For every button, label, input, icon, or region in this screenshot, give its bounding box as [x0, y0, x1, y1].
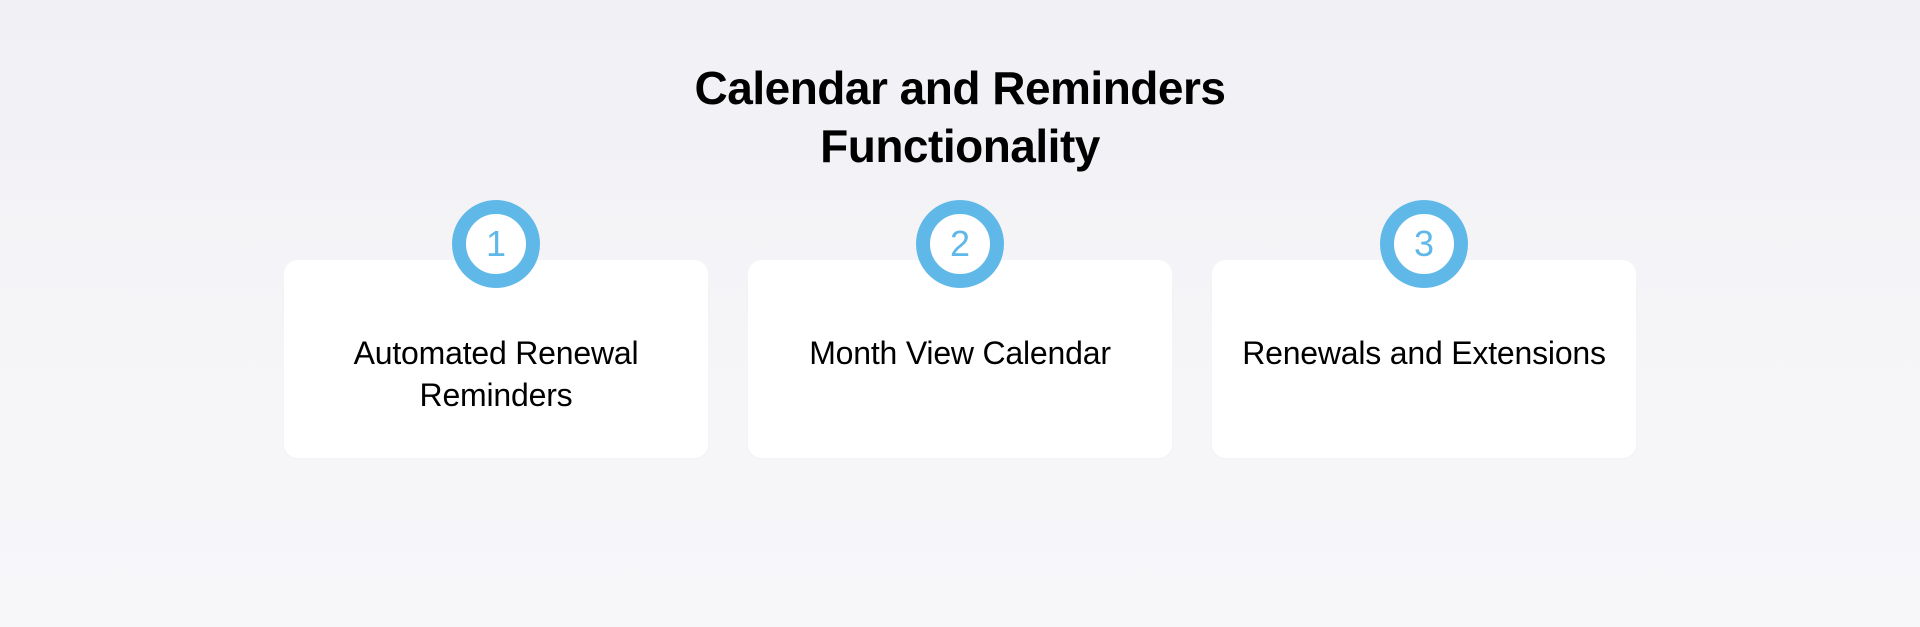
badge-number: 2 — [950, 226, 970, 262]
card-title: Renewals and Extensions — [1242, 333, 1606, 375]
card-title: Month View Calendar — [809, 333, 1111, 375]
page-title: Calendar and Reminders Functionality — [610, 60, 1310, 175]
feature-card-3: 3 Renewals and Extensions — [1212, 260, 1636, 458]
number-badge-1: 1 — [452, 200, 540, 288]
feature-card-2: 2 Month View Calendar — [748, 260, 1172, 458]
page-container: Calendar and Reminders Functionality 1 A… — [0, 0, 1920, 627]
number-badge-3: 3 — [1380, 200, 1468, 288]
card-title: Automated Renewal Reminders — [314, 333, 678, 416]
feature-cards-row: 1 Automated Renewal Reminders 2 Month Vi… — [0, 260, 1920, 458]
badge-number: 1 — [486, 226, 506, 262]
feature-card-1: 1 Automated Renewal Reminders — [284, 260, 708, 458]
badge-number: 3 — [1414, 226, 1434, 262]
number-badge-2: 2 — [916, 200, 1004, 288]
